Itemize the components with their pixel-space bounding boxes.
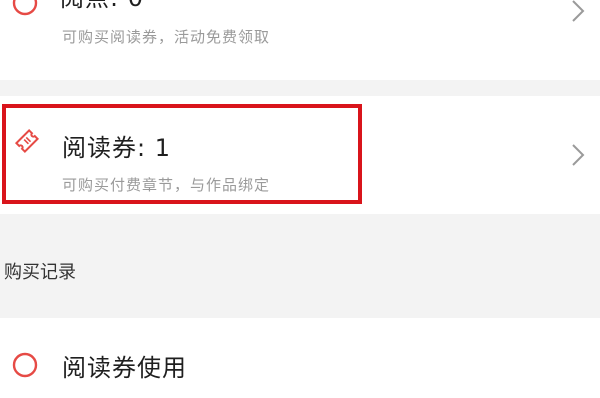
chevron-right-icon <box>570 0 586 24</box>
coin-icon <box>10 0 40 18</box>
ticket-icon <box>12 126 42 156</box>
chevron-right-icon <box>570 142 586 168</box>
record-icon <box>10 350 40 380</box>
points-title: 阅点: 0 <box>60 0 144 13</box>
ticket-title: 阅读券: 1 <box>62 134 171 162</box>
ticket-subtitle: 可购买付费章节，与作品绑定 <box>62 176 271 194</box>
ticket-row[interactable]: 阅读券: 1 可购买付费章节，与作品绑定 <box>0 96 600 214</box>
points-subtitle: 可购买阅读券，活动免费领取 <box>62 28 271 46</box>
section-title: 购买记录 <box>4 262 76 283</box>
purchase-records-header: 购买记录 <box>0 244 600 294</box>
ticket-usage-title: 阅读券使用 <box>62 354 187 382</box>
points-row[interactable]: 阅点: 0 可购买阅读券，活动免费领取 <box>0 0 600 80</box>
ticket-usage-row[interactable]: 阅读券使用 <box>0 318 600 398</box>
